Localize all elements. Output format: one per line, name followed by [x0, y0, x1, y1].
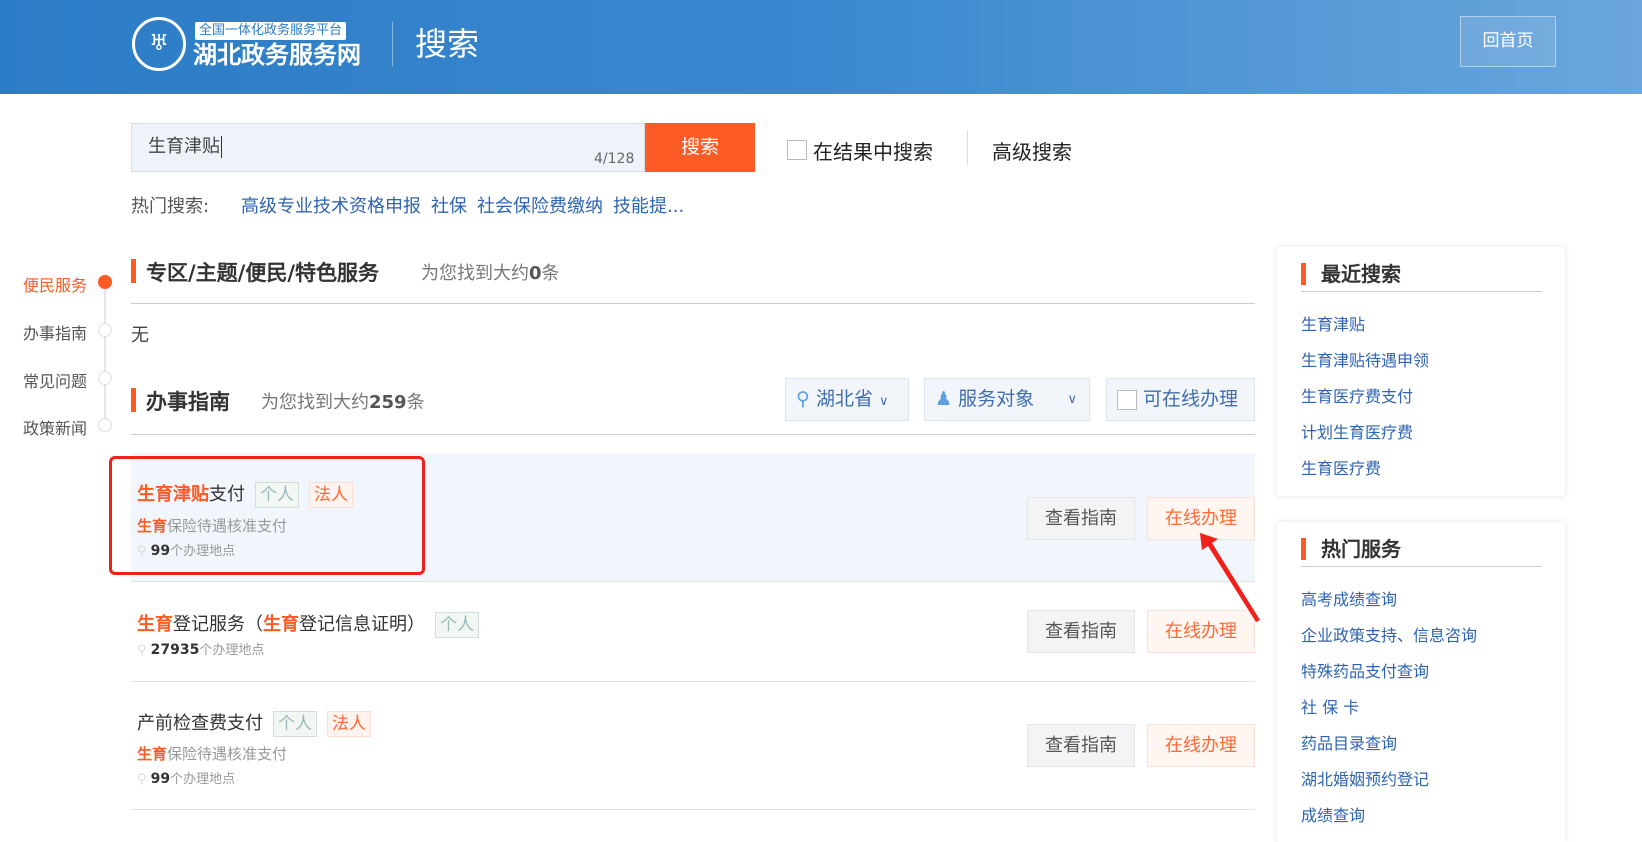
home-button[interactable]: 回首页 — [1460, 16, 1556, 67]
char-counter: 4/128 — [594, 151, 635, 167]
page-title: 搜索 — [415, 25, 480, 63]
view-guide-button[interactable]: 查看指南 — [1027, 497, 1135, 540]
badge-legal: 法人 — [327, 711, 371, 737]
result-locations: ⚲ 99个办理地点 — [137, 771, 236, 787]
section-count: 为您找到大约259条 — [261, 392, 425, 413]
hot-service-link[interactable]: 成绩查询 — [1301, 802, 1365, 826]
nav-line — [104, 282, 106, 425]
badge-personal: 个人 — [273, 711, 317, 737]
empty-text: 无 — [131, 325, 149, 346]
hot-service-link[interactable]: 社 保 卡 — [1301, 694, 1359, 718]
panel-title: 热门服务 — [1301, 538, 1401, 560]
result-title[interactable]: 产前检查费支付 个人 法人 — [137, 709, 371, 737]
hot-service-link[interactable]: 湖北婚姻预约登记 — [1301, 766, 1429, 790]
section-marker — [131, 388, 136, 412]
search-in-results-label[interactable]: 在结果中搜索 — [813, 136, 933, 165]
nav-dot — [98, 418, 112, 432]
panel-title: 最近搜索 — [1301, 263, 1401, 285]
online-checkbox[interactable] — [1117, 389, 1137, 410]
service-target-filter[interactable]: ♟ 服务对象 ∨ — [924, 378, 1090, 421]
recent-search-link[interactable]: 生育医疗费支付 — [1301, 383, 1413, 407]
recent-search-link[interactable]: 生育津贴 — [1301, 311, 1365, 335]
hot-search-link[interactable]: 社保 — [431, 196, 467, 217]
nav-item-faq[interactable]: 常见问题 — [23, 368, 87, 392]
hot-services-panel: 热门服务 高考成绩查询 企业政策支持、信息咨询 特殊药品支付查询 社 保 卡 药… — [1277, 522, 1565, 842]
chevron-down-icon: ∨ — [1067, 392, 1077, 407]
platform-tag: 全国一体化政务服务平台 — [195, 22, 347, 40]
online-apply-button[interactable]: 在线办理 — [1147, 724, 1255, 767]
online-filter[interactable]: 可在线办理 — [1106, 378, 1255, 421]
site-name[interactable]: 湖北政务服务网 — [193, 40, 361, 70]
result-locations: ⚲ 27935个办理地点 — [137, 642, 265, 658]
hot-search-label: 热门搜索: — [131, 196, 210, 217]
nav-item-convenience[interactable]: 便民服务 — [23, 272, 87, 296]
chevron-down-icon: ∨ — [879, 394, 889, 409]
advanced-search-link[interactable]: 高级搜索 — [992, 136, 1072, 165]
recent-search-link[interactable]: 计划生育医疗费 — [1301, 419, 1413, 443]
divider — [131, 434, 1255, 435]
site-logo-icon[interactable]: ♅ — [132, 17, 186, 71]
badge-personal: 个人 — [435, 612, 479, 638]
nav-dot — [98, 323, 112, 337]
result-title[interactable]: 生育登记服务（生育登记信息证明） 个人 — [137, 610, 479, 638]
recent-search-panel: 最近搜索 生育津贴 生育津贴待遇申领 生育医疗费支付 计划生育医疗费 生育医疗费 — [1277, 247, 1565, 496]
hot-search-link[interactable]: 技能提... — [613, 196, 684, 217]
view-guide-button[interactable]: 查看指南 — [1027, 724, 1135, 767]
nav-item-guide[interactable]: 办事指南 — [23, 320, 87, 344]
hot-service-link[interactable]: 企业政策支持、信息咨询 — [1301, 622, 1477, 646]
region-filter[interactable]: ⚲ 湖北省 ∨ — [785, 378, 909, 421]
section-count: 为您找到大约0条 — [421, 263, 560, 284]
recent-search-link[interactable]: 生育津贴待遇申领 — [1301, 347, 1429, 371]
hot-search-link[interactable]: 高级专业技术资格申报 — [241, 196, 421, 217]
search-in-results-checkbox[interactable] — [787, 140, 807, 160]
location-pin-icon: ⚲ — [137, 643, 147, 658]
section-title-guide: 办事指南 — [146, 390, 230, 414]
hot-service-link[interactable]: 高考成绩查询 — [1301, 586, 1397, 610]
nav-item-news[interactable]: 政策新闻 — [23, 415, 87, 439]
section-marker — [131, 259, 136, 283]
nav-dot — [98, 371, 112, 385]
highlight-box-annotation — [109, 456, 425, 575]
header-divider — [392, 22, 393, 66]
person-icon: ♟ — [935, 388, 953, 410]
view-guide-button[interactable]: 查看指南 — [1027, 610, 1135, 653]
divider — [131, 303, 1255, 304]
nav-dot-active — [98, 275, 112, 289]
hot-search-list: 高级专业技术资格申报 社保 社会保险费缴纳 技能提... — [241, 195, 694, 219]
result-subtitle: 生育保险待遇核准支付 — [137, 745, 288, 763]
arrow-annotation-icon — [1200, 533, 1260, 622]
section-title-special: 专区/主题/便民/特色服务 — [146, 261, 380, 285]
divider — [967, 130, 968, 165]
hot-service-link[interactable]: 药品目录查询 — [1301, 730, 1397, 754]
location-pin-icon: ⚲ — [137, 772, 147, 787]
hot-search-link[interactable]: 社会保险费缴纳 — [477, 196, 603, 217]
recent-search-link[interactable]: 生育医疗费 — [1301, 455, 1381, 479]
search-input-value[interactable]: 生育津贴 — [148, 136, 222, 158]
location-pin-icon: ⚲ — [796, 388, 810, 410]
divider — [1301, 566, 1542, 567]
divider — [1301, 291, 1542, 292]
hot-service-link[interactable]: 特殊药品支付查询 — [1301, 658, 1429, 682]
search-button[interactable]: 搜索 — [645, 123, 755, 172]
